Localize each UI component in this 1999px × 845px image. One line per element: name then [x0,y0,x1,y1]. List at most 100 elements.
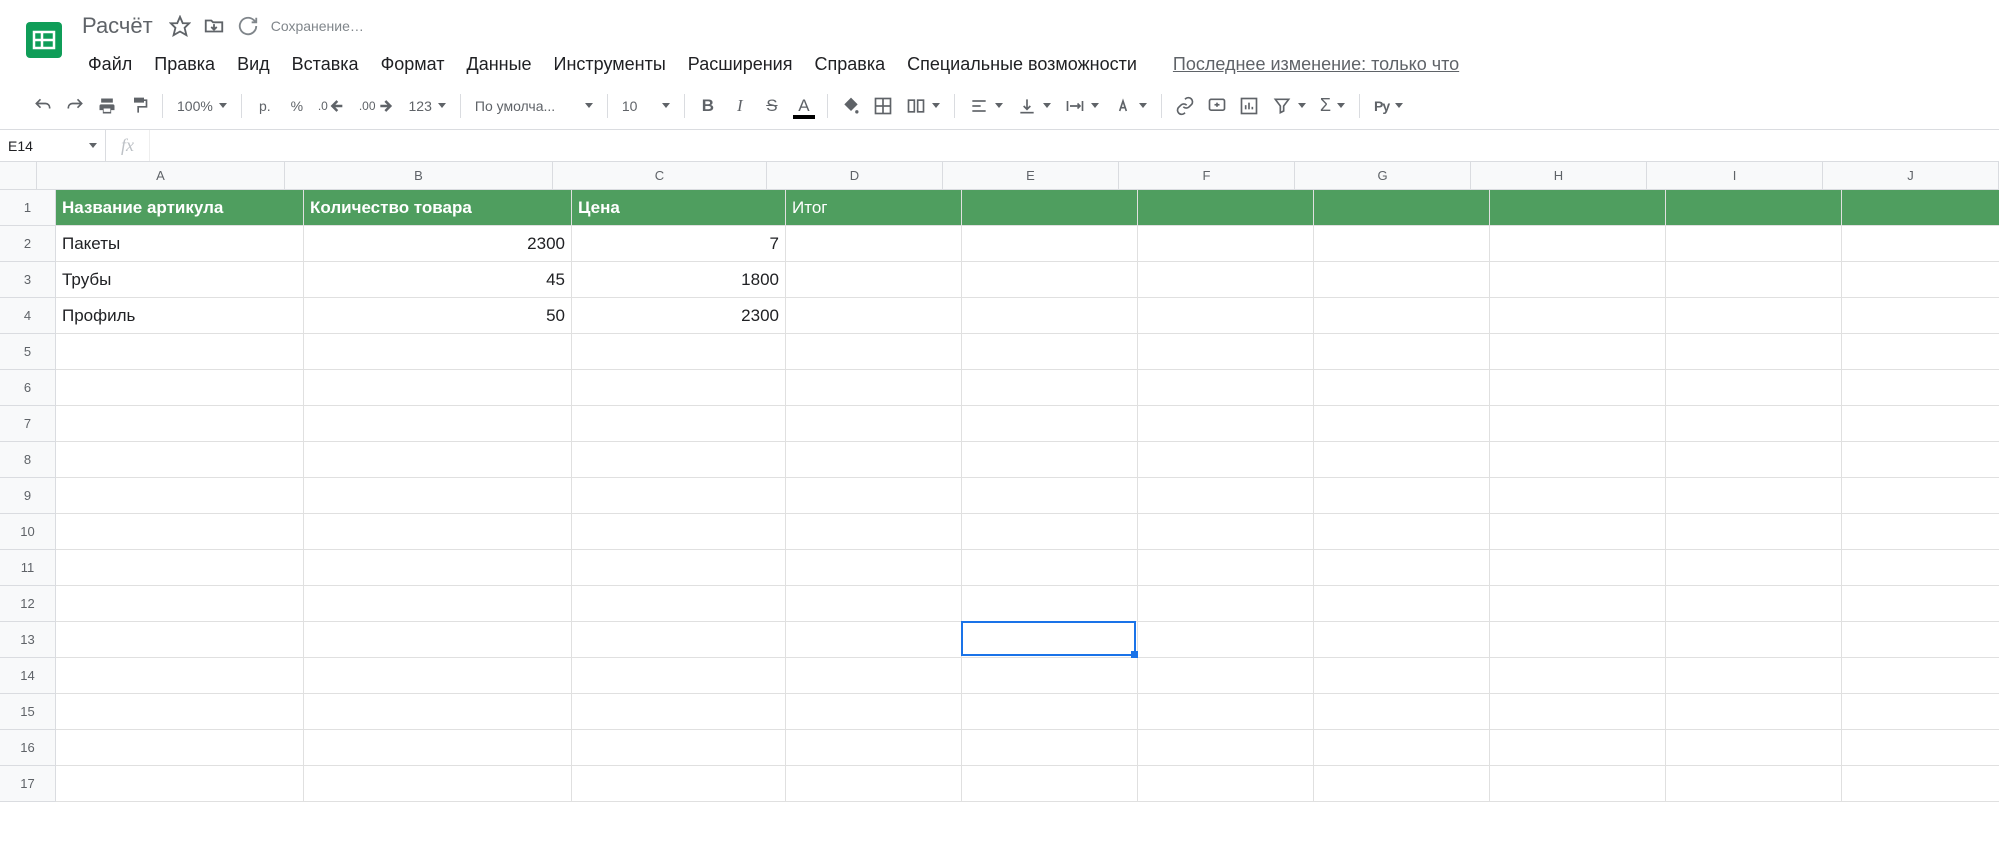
cell-A10[interactable] [56,514,304,550]
insert-chart-button[interactable] [1234,91,1264,121]
cell-H17[interactable] [1490,766,1666,802]
cell-H6[interactable] [1490,370,1666,406]
cell-A9[interactable] [56,478,304,514]
cell-A3[interactable]: Трубы [56,262,304,298]
cloud-sync-icon[interactable] [237,15,259,37]
print-icon[interactable] [92,91,122,121]
row-header-4[interactable]: 4 [0,298,56,334]
cell-H8[interactable] [1490,442,1666,478]
cell-E15[interactable] [962,694,1138,730]
cell-C13[interactable] [572,622,786,658]
cell-F10[interactable] [1138,514,1314,550]
cell-A11[interactable] [56,550,304,586]
cell-G10[interactable] [1314,514,1490,550]
cell-B1[interactable]: Количество товара [304,190,572,226]
bold-button[interactable]: B [693,91,723,121]
cell-H5[interactable] [1490,334,1666,370]
cell-D3[interactable] [786,262,962,298]
cell-H1[interactable] [1490,190,1666,226]
zoom-select[interactable]: 100% [171,91,233,121]
cell-G1[interactable] [1314,190,1490,226]
cell-J17[interactable] [1842,766,1999,802]
cell-G14[interactable] [1314,658,1490,694]
row-header-2[interactable]: 2 [0,226,56,262]
text-color-button[interactable]: A [789,91,819,121]
cell-F14[interactable] [1138,658,1314,694]
row-header-9[interactable]: 9 [0,478,56,514]
cell-H9[interactable] [1490,478,1666,514]
column-header-J[interactable]: J [1823,162,1999,190]
cell-J15[interactable] [1842,694,1999,730]
cell-E16[interactable] [962,730,1138,766]
cell-G17[interactable] [1314,766,1490,802]
menu-tools[interactable]: Инструменты [544,50,676,79]
cell-B7[interactable] [304,406,572,442]
row-header-5[interactable]: 5 [0,334,56,370]
cell-B9[interactable] [304,478,572,514]
select-all-corner[interactable] [0,162,37,190]
cell-I1[interactable] [1666,190,1842,226]
formula-input[interactable] [150,130,1999,161]
cell-F4[interactable] [1138,298,1314,334]
undo-icon[interactable] [28,91,58,121]
font-size-select[interactable]: 10 [616,91,676,121]
cell-G8[interactable] [1314,442,1490,478]
star-icon[interactable] [169,15,191,37]
row-header-12[interactable]: 12 [0,586,56,622]
cell-E2[interactable] [962,226,1138,262]
italic-button[interactable]: I [725,91,755,121]
cell-D1[interactable]: Итог [786,190,962,226]
cell-B4[interactable]: 50 [304,298,572,334]
cell-C1[interactable]: Цена [572,190,786,226]
increase-decimals-button[interactable]: .00 [355,91,401,121]
cell-I5[interactable] [1666,334,1842,370]
cell-F1[interactable] [1138,190,1314,226]
column-header-G[interactable]: G [1295,162,1471,190]
cell-C17[interactable] [572,766,786,802]
cell-C8[interactable] [572,442,786,478]
cell-I7[interactable] [1666,406,1842,442]
cell-J16[interactable] [1842,730,1999,766]
cell-B17[interactable] [304,766,572,802]
cell-H16[interactable] [1490,730,1666,766]
cell-H13[interactable] [1490,622,1666,658]
cell-H15[interactable] [1490,694,1666,730]
cell-D17[interactable] [786,766,962,802]
cell-A12[interactable] [56,586,304,622]
cell-F11[interactable] [1138,550,1314,586]
row-header-16[interactable]: 16 [0,730,56,766]
cell-I3[interactable] [1666,262,1842,298]
cell-A16[interactable] [56,730,304,766]
decrease-decimals-button[interactable]: .0 [314,91,353,121]
cell-B3[interactable]: 45 [304,262,572,298]
cell-D2[interactable] [786,226,962,262]
cell-H11[interactable] [1490,550,1666,586]
menu-format[interactable]: Формат [371,50,455,79]
cell-J3[interactable] [1842,262,1999,298]
cell-C12[interactable] [572,586,786,622]
cell-F12[interactable] [1138,586,1314,622]
cell-I6[interactable] [1666,370,1842,406]
cell-C14[interactable] [572,658,786,694]
cell-D16[interactable] [786,730,962,766]
cell-A1[interactable]: Название артикула [56,190,304,226]
column-header-A[interactable]: A [37,162,285,190]
column-header-B[interactable]: B [285,162,553,190]
insert-link-button[interactable] [1170,91,1200,121]
cell-B10[interactable] [304,514,572,550]
cell-J14[interactable] [1842,658,1999,694]
row-header-14[interactable]: 14 [0,658,56,694]
cell-A4[interactable]: Профиль [56,298,304,334]
cell-I14[interactable] [1666,658,1842,694]
menu-view[interactable]: Вид [227,50,280,79]
cell-C10[interactable] [572,514,786,550]
cell-D5[interactable] [786,334,962,370]
cell-A15[interactable] [56,694,304,730]
column-header-E[interactable]: E [943,162,1119,190]
cell-F13[interactable] [1138,622,1314,658]
cell-D9[interactable] [786,478,962,514]
horizontal-align-button[interactable] [963,91,1009,121]
cell-E6[interactable] [962,370,1138,406]
cell-C11[interactable] [572,550,786,586]
row-header-10[interactable]: 10 [0,514,56,550]
